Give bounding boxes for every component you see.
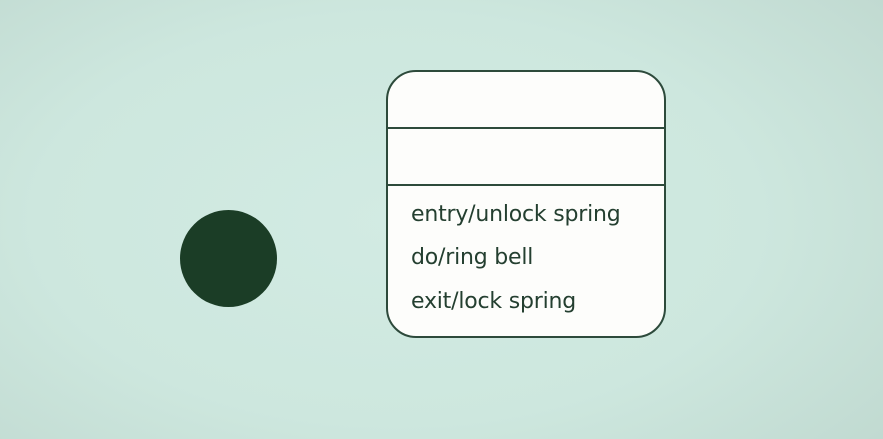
state-box: entry/unlock spring do/ring bell exit/lo… <box>386 70 666 338</box>
entry-activity: entry/unlock spring <box>411 202 621 227</box>
initial-state-node <box>180 210 277 307</box>
state-activities-compartment: entry/unlock spring do/ring bell exit/lo… <box>388 186 664 336</box>
exit-activity: exit/lock spring <box>411 289 577 314</box>
do-activity: do/ring bell <box>411 245 534 270</box>
state-name-compartment <box>388 72 664 129</box>
state-variables-compartment <box>388 129 664 186</box>
